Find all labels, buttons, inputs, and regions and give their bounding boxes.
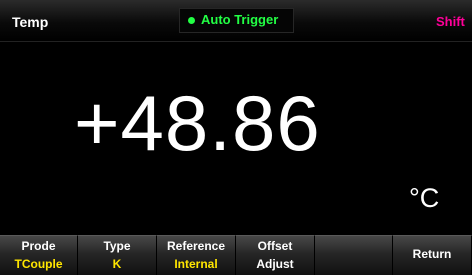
trigger-label: Auto Trigger — [201, 12, 279, 27]
softkey-empty[interactable] — [315, 235, 393, 275]
softkey-prode-value: TCouple — [14, 257, 63, 271]
softkey-type-label: Type — [103, 239, 131, 253]
softkey-reference-value: Internal — [174, 257, 218, 271]
softkey-offset-value: Adjust — [256, 257, 294, 271]
softkey-offset[interactable]: Offset Adjust — [236, 235, 315, 275]
measurement-unit: °C — [409, 183, 440, 213]
softkey-return-label: Return — [412, 247, 452, 261]
softkey-bar: Prode TCouple Type K Reference Internal … — [0, 235, 472, 275]
softkey-offset-label: Offset — [257, 239, 293, 253]
softkey-type[interactable]: Type K — [78, 235, 157, 275]
multimeter-screen: Temp Auto Trigger Shift +48.86 °C Prode … — [0, 0, 472, 275]
status-bar: Temp Auto Trigger Shift — [0, 0, 472, 42]
softkey-type-value: K — [112, 257, 122, 271]
measurement-value: +48.86 — [74, 79, 321, 167]
shift-indicator: Shift — [436, 14, 465, 29]
softkey-return[interactable]: Return — [393, 235, 472, 275]
trigger-status: Auto Trigger — [179, 8, 294, 33]
softkey-prode-label: Prode — [21, 239, 56, 253]
softkey-reference[interactable]: Reference Internal — [157, 235, 236, 275]
softkey-reference-label: Reference — [166, 239, 226, 253]
softkey-prode[interactable]: Prode TCouple — [0, 235, 78, 275]
trigger-indicator-icon — [188, 17, 195, 24]
mode-title: Temp — [12, 14, 49, 30]
